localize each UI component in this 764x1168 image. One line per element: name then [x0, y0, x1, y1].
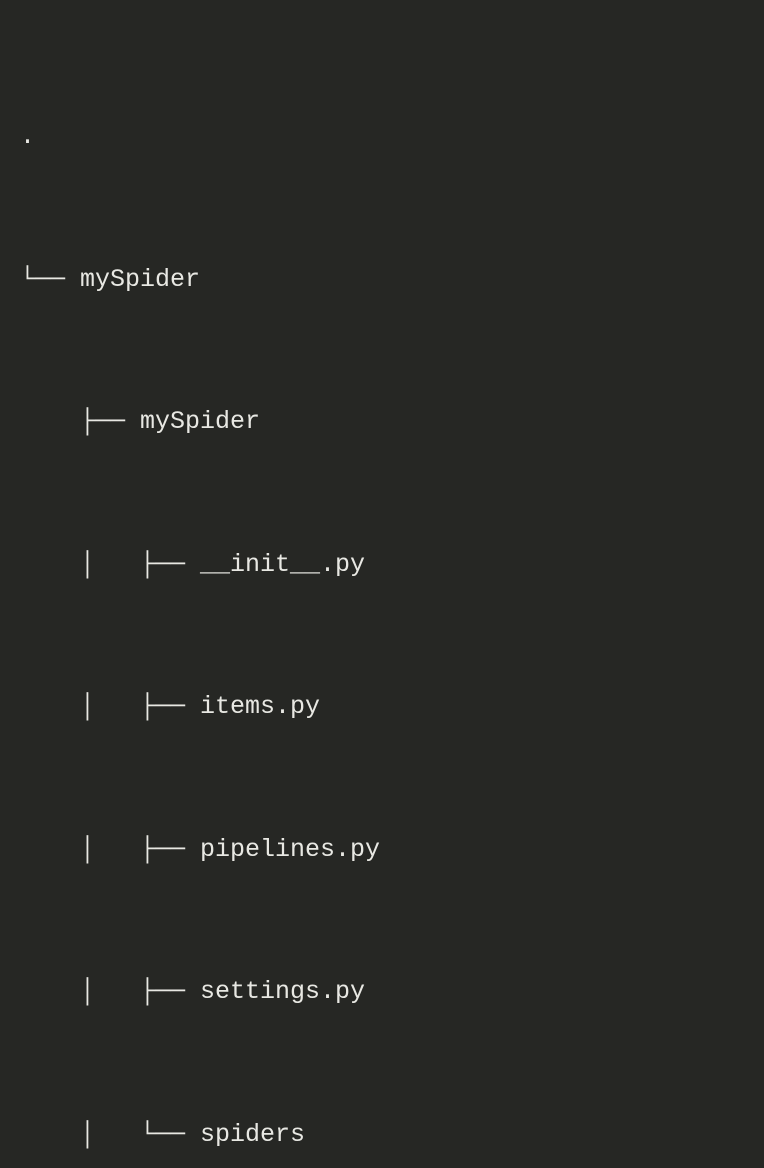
- tree-root: .: [20, 113, 744, 161]
- tree-line: ├── mySpider: [20, 398, 744, 446]
- tree-line: └── mySpider: [20, 256, 744, 304]
- tree-line: │ └── spiders: [20, 1111, 744, 1159]
- tree-line: │ ├── pipelines.py: [20, 826, 744, 874]
- directory-tree: . └── mySpider ├── mySpider │ ├── __init…: [20, 18, 744, 1168]
- tree-line: │ ├── settings.py: [20, 968, 744, 1016]
- tree-line: │ ├── __init__.py: [20, 541, 744, 589]
- tree-line: │ ├── items.py: [20, 683, 744, 731]
